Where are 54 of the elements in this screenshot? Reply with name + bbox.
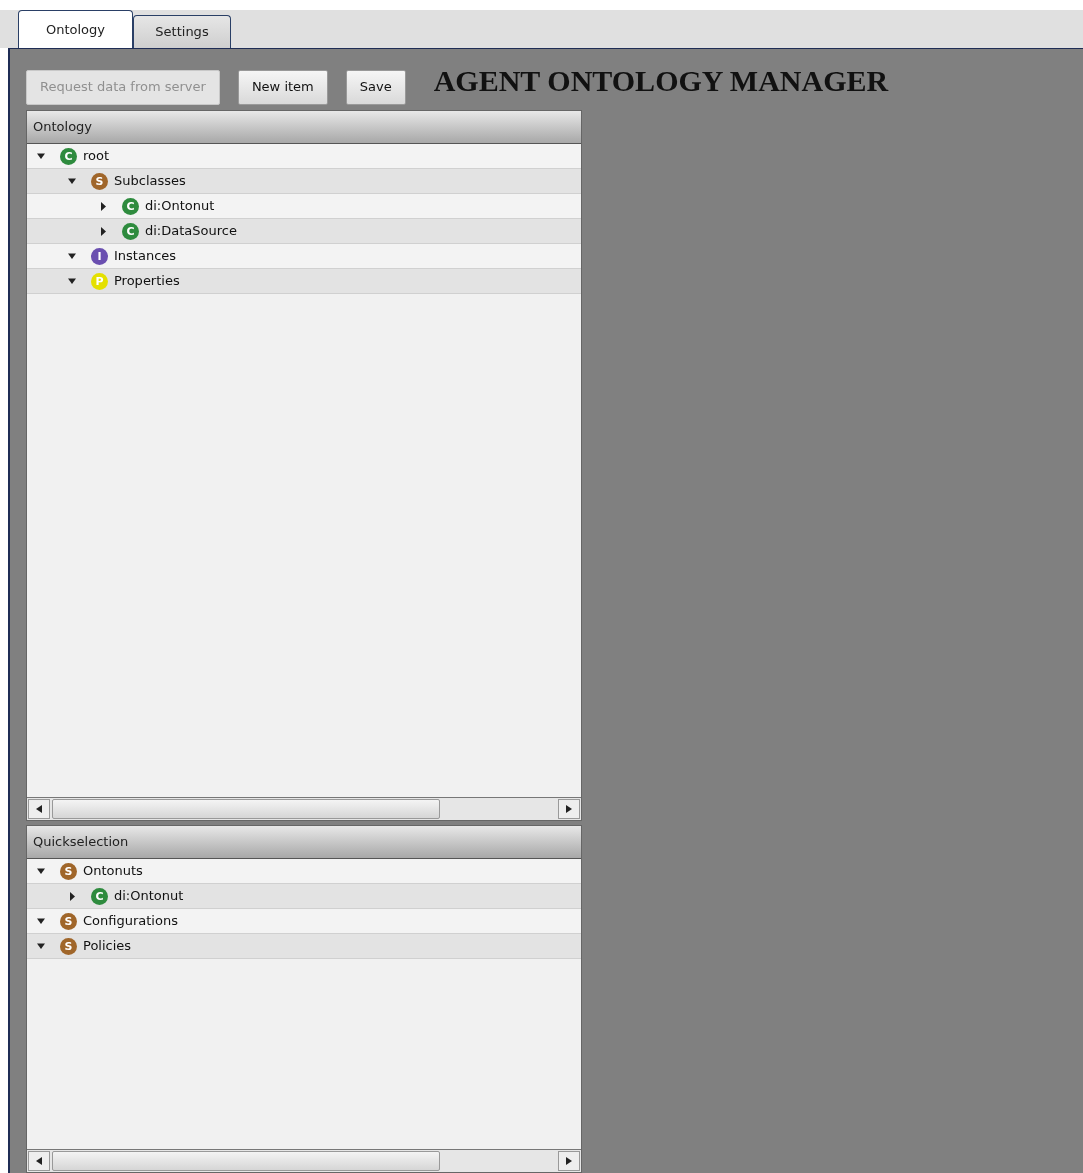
set-node-icon: S — [60, 912, 77, 930]
panel-header: Ontology — [27, 111, 581, 144]
scroll-left-button[interactable] — [28, 799, 50, 819]
collapse-triangle-icon[interactable] — [68, 251, 77, 261]
tree-row[interactable]: C di:DataSource — [27, 219, 581, 244]
expand-triangle-icon[interactable] — [68, 891, 77, 901]
tree-node-label: Subclasses — [114, 172, 186, 191]
expand-triangle-icon[interactable] — [99, 226, 108, 236]
scrollbar-thumb[interactable] — [52, 1151, 440, 1171]
collapse-triangle-icon[interactable] — [37, 866, 46, 876]
collapse-triangle-icon[interactable] — [68, 176, 77, 186]
app-title: AGENT ONTOLOGY MANAGER — [433, 63, 889, 99]
expand-triangle-icon[interactable] — [99, 201, 108, 211]
set-node-icon: S — [60, 862, 77, 880]
collapse-triangle-icon[interactable] — [37, 916, 46, 926]
tree-row[interactable]: S Policies — [27, 934, 581, 959]
tree-node-label: di:Ontonut — [114, 887, 184, 906]
tree-node-label: Ontonuts — [83, 862, 143, 881]
collapse-triangle-icon[interactable] — [68, 276, 77, 286]
scrollbar-thumb[interactable] — [52, 799, 440, 819]
property-node-icon: P — [91, 272, 108, 290]
left-arrow-icon — [36, 1157, 42, 1165]
scroll-right-button[interactable] — [558, 799, 580, 819]
panel-header: Quickselection — [27, 826, 581, 859]
tree-row[interactable]: S Subclasses — [27, 169, 581, 194]
class-node-icon: C — [91, 887, 108, 905]
scroll-left-button[interactable] — [28, 1151, 50, 1171]
set-node-icon: S — [91, 172, 108, 190]
left-arrow-icon — [36, 805, 42, 813]
tree-node-label: Configurations — [83, 912, 178, 931]
collapse-triangle-icon[interactable] — [37, 151, 46, 161]
tree-node-label: Instances — [114, 247, 177, 266]
scroll-right-button[interactable] — [558, 1151, 580, 1171]
collapse-triangle-icon[interactable] — [37, 941, 46, 951]
toolbar-button[interactable]: Save — [345, 69, 406, 105]
tree-row[interactable]: P Properties — [27, 269, 581, 294]
horizontal-scrollbar[interactable] — [27, 1149, 581, 1172]
tree-node-label: Policies — [83, 937, 132, 956]
tab[interactable]: Ontology — [18, 10, 133, 48]
horizontal-scrollbar[interactable] — [27, 797, 581, 820]
class-node-icon: C — [122, 222, 139, 240]
tree-node-label: di:DataSource — [145, 222, 237, 241]
tree-row[interactable]: C di:Ontonut — [27, 884, 581, 909]
tree-node-label: root — [83, 147, 110, 166]
class-node-icon: C — [60, 147, 77, 165]
set-node-icon: S — [60, 937, 77, 955]
right-arrow-icon — [566, 805, 572, 813]
tab[interactable]: Settings — [133, 15, 231, 48]
instance-node-icon: I — [91, 247, 108, 265]
class-node-icon: C — [122, 197, 139, 215]
toolbar-button[interactable]: New item — [237, 69, 328, 105]
right-arrow-icon — [566, 1157, 572, 1165]
tree-node-label: Properties — [114, 272, 180, 291]
tree-node-label: di:Ontonut — [145, 197, 215, 216]
